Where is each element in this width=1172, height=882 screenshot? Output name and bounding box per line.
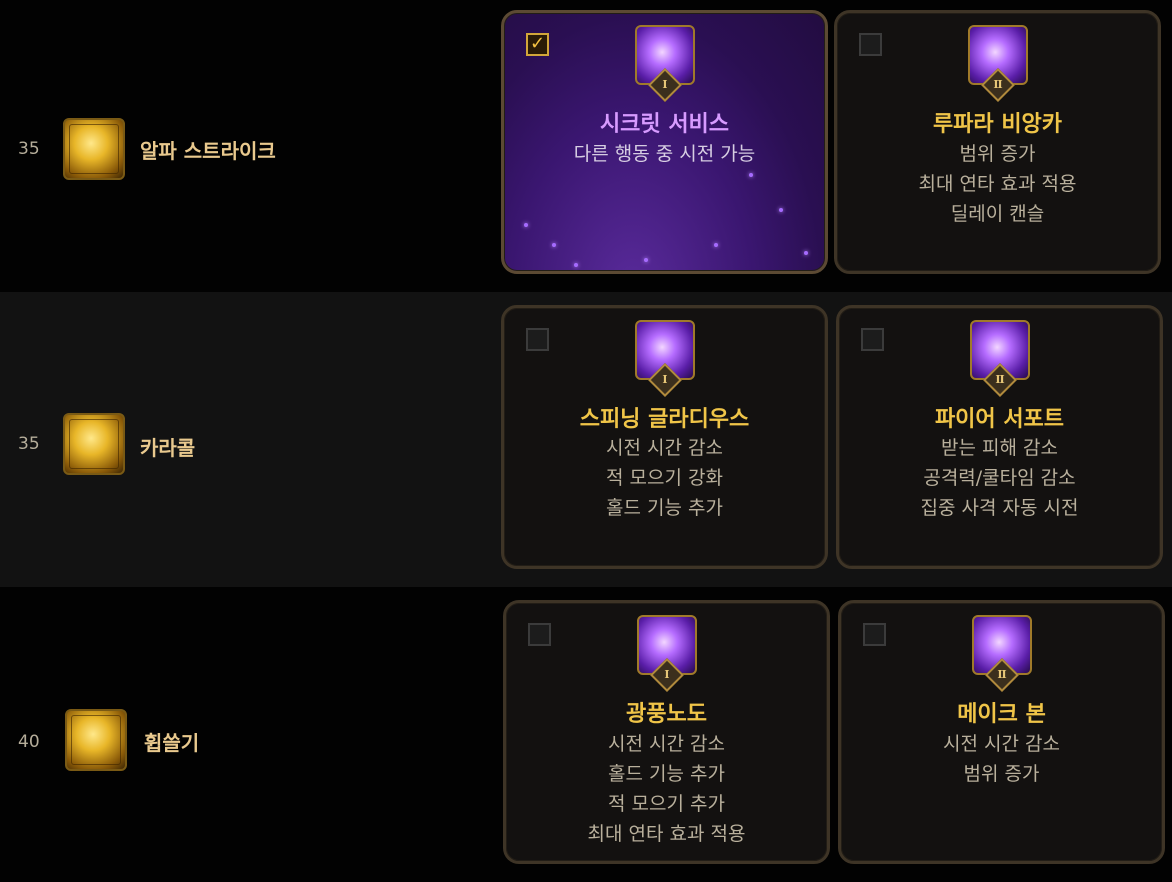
tripod-card[interactable]: Ⅰ 스피닝 글라디우스 시전 시간 감소 적 모으기 강화 홀드 기능 추가 bbox=[501, 305, 828, 569]
tripod-desc: 적 모으기 강화 bbox=[606, 467, 723, 489]
skill-name: 카라콜 bbox=[140, 436, 196, 460]
skill-level: 40 bbox=[18, 732, 40, 752]
tripod-desc: 범위 증가 bbox=[959, 143, 1036, 165]
tripod-checkbox[interactable] bbox=[863, 623, 886, 646]
tripod-desc: 최대 연타 효과 적용 bbox=[918, 173, 1077, 195]
tripod-desc: 집중 사격 자동 시전 bbox=[920, 497, 1079, 519]
skill-name: 알파 스트라이크 bbox=[140, 139, 276, 163]
tripod-desc: 다른 행동 중 시전 가능 bbox=[573, 143, 756, 165]
tripod-name: 스피닝 글라디우스 bbox=[579, 407, 750, 432]
skill-row: 35 카라콜 Ⅰ 스피닝 글라디우스 시전 시간 감소 적 모으기 강화 홀드 … bbox=[0, 292, 1172, 587]
tripod-checkbox[interactable] bbox=[528, 623, 551, 646]
tripod-name: 루파라 비앙카 bbox=[932, 112, 1063, 137]
skill-level: 35 bbox=[18, 139, 40, 159]
tripod-card[interactable]: Ⅱ 파이어 서포트 받는 피해 감소 공격력/쿨타임 감소 집중 사격 자동 시… bbox=[836, 305, 1163, 569]
tripod-desc: 시전 시간 감소 bbox=[606, 437, 723, 459]
tripod-name: 시크릿 서비스 bbox=[599, 112, 730, 137]
tripod-card[interactable]: Ⅱ 루파라 비앙카 범위 증가 최대 연타 효과 적용 딜레이 캔슬 bbox=[834, 10, 1161, 274]
tripod-card[interactable]: Ⅰ 광풍노도 시전 시간 감소 홀드 기능 추가 적 모으기 추가 최대 연타 … bbox=[503, 600, 830, 864]
skill-row: 35 알파 스트라이크 ✓ Ⅰ 시크릿 서비스 다른 행동 중 시전 가능 Ⅱ … bbox=[0, 0, 1172, 292]
tripod-desc: 홀드 기능 추가 bbox=[606, 497, 723, 519]
tripod-desc: 최대 연타 효과 적용 bbox=[587, 823, 746, 845]
tripod-desc: 받는 피해 감소 bbox=[941, 437, 1058, 459]
skill-icon[interactable] bbox=[65, 709, 127, 771]
tripod-card[interactable]: Ⅱ 메이크 본 시전 시간 감소 범위 증가 bbox=[838, 600, 1165, 864]
tripod-desc: 공격력/쿨타임 감소 bbox=[923, 467, 1076, 489]
tripod-checkbox[interactable] bbox=[859, 33, 882, 56]
tripod-desc: 딜레이 캔슬 bbox=[950, 203, 1045, 225]
skill-icon[interactable] bbox=[63, 118, 125, 180]
tripod-checkbox[interactable]: ✓ bbox=[526, 33, 549, 56]
skill-name: 휩쓸기 bbox=[144, 731, 200, 755]
skill-icon[interactable] bbox=[63, 413, 125, 475]
checkmark-icon: ✓ bbox=[530, 33, 546, 54]
tripod-desc: 시전 시간 감소 bbox=[943, 733, 1060, 755]
tripod-checkbox[interactable] bbox=[526, 328, 549, 351]
tripod-desc: 시전 시간 감소 bbox=[608, 733, 725, 755]
tripod-name: 광풍노도 bbox=[626, 702, 707, 727]
tripod-checkbox[interactable] bbox=[861, 328, 884, 351]
tripod-card[interactable]: ✓ Ⅰ 시크릿 서비스 다른 행동 중 시전 가능 bbox=[501, 10, 828, 274]
tripod-desc: 범위 증가 bbox=[963, 763, 1040, 785]
tripod-name: 파이어 서포트 bbox=[934, 407, 1065, 432]
tripod-desc: 적 모으기 추가 bbox=[608, 793, 725, 815]
skill-level: 35 bbox=[18, 434, 40, 454]
skill-row: 40 휩쓸기 Ⅰ 광풍노도 시전 시간 감소 홀드 기능 추가 적 모으기 추가… bbox=[0, 587, 1172, 882]
tripod-desc: 홀드 기능 추가 bbox=[608, 763, 725, 785]
tripod-name: 메이크 본 bbox=[957, 702, 1046, 727]
